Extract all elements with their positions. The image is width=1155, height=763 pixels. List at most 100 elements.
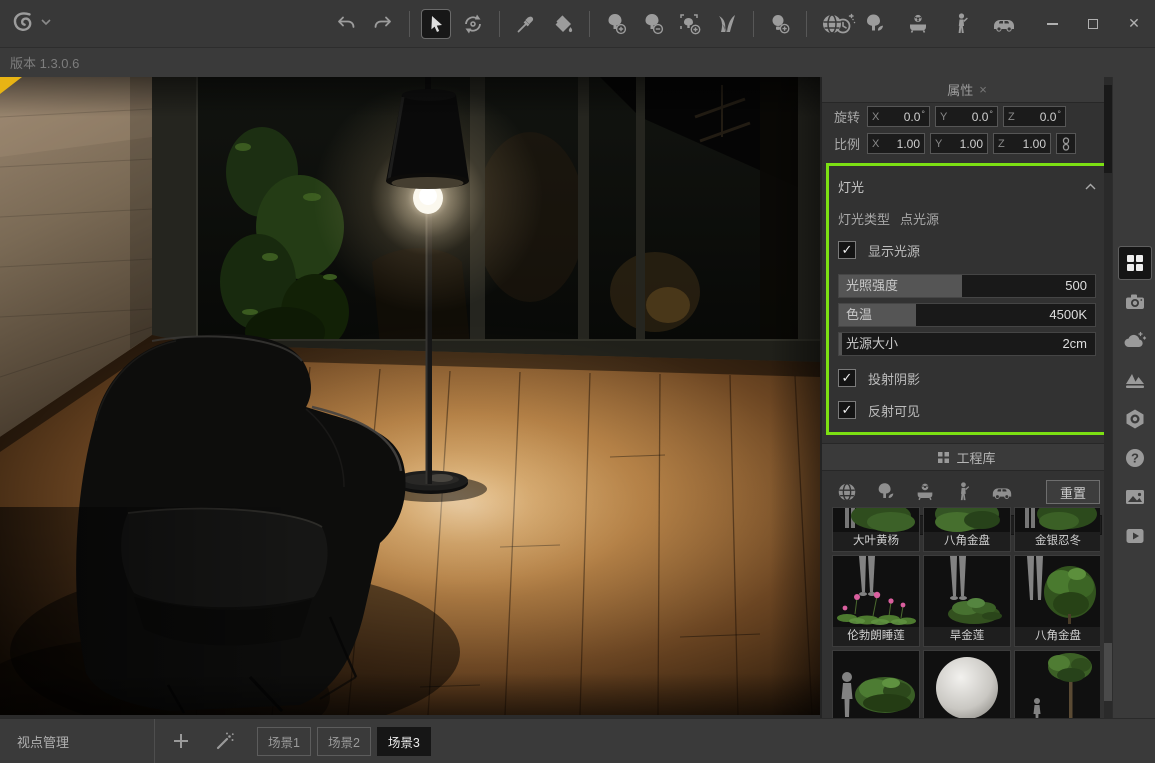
toolbar-separator bbox=[409, 11, 410, 37]
sidebar-material-button[interactable] bbox=[1119, 403, 1151, 435]
cast-shadow-label: 投射阴影 bbox=[868, 369, 920, 388]
remove-plant-button[interactable] bbox=[639, 10, 667, 38]
furniture-category-icon[interactable] bbox=[914, 481, 936, 503]
sidebar-camera-button[interactable] bbox=[1119, 286, 1151, 318]
axis-label: Y bbox=[935, 138, 942, 150]
rotation-z-value: 0.0 bbox=[1017, 110, 1057, 124]
library-item[interactable] bbox=[923, 650, 1011, 718]
library-item[interactable]: 八角金盘 bbox=[923, 507, 1011, 552]
sidebar-help-button[interactable]: ? bbox=[1119, 442, 1151, 474]
scene-tabs: 场景1 场景2 场景3 bbox=[257, 727, 431, 756]
degree-unit: ° bbox=[989, 109, 993, 119]
eyedropper-button[interactable] bbox=[512, 10, 540, 38]
light-section-header[interactable]: 灯光 bbox=[838, 175, 1096, 197]
light-type-label: 灯光类型 bbox=[838, 209, 890, 228]
toolbar-separator bbox=[806, 11, 807, 37]
rotation-x-field[interactable]: X 0.0 ° bbox=[867, 106, 930, 127]
rotation-label: 旋转 bbox=[834, 107, 862, 126]
rotation-y-field[interactable]: Y 0.0 ° bbox=[935, 106, 998, 127]
source-size-value: 2cm bbox=[1062, 333, 1087, 355]
axis-label: Y bbox=[940, 111, 947, 123]
version-bar: 版本 1.3.0.6 bbox=[0, 47, 1155, 77]
color-temperature-slider[interactable]: 色温 4500K bbox=[838, 303, 1096, 327]
sidebar-image-button[interactable] bbox=[1119, 481, 1151, 513]
grass-brush-button[interactable] bbox=[713, 10, 741, 38]
degree-unit: ° bbox=[1057, 109, 1061, 119]
scale-z-field[interactable]: Z 1.00 bbox=[993, 133, 1051, 154]
sidebar-video-button[interactable] bbox=[1119, 520, 1151, 552]
reflection-visible-row: ✓ 反射可见 bbox=[838, 400, 1096, 420]
scrollbar-thumb[interactable] bbox=[1104, 85, 1112, 173]
light-type-row: 灯光类型 点光源 bbox=[838, 209, 1096, 228]
cast-shadow-checkbox[interactable]: ✓ bbox=[838, 369, 856, 387]
library-item[interactable] bbox=[1014, 650, 1100, 718]
panel-scrollbar[interactable] bbox=[1104, 77, 1112, 718]
library-item-label: 八角金盘 bbox=[1015, 627, 1100, 646]
properties-tab[interactable]: 属性 × bbox=[822, 77, 1112, 103]
sidebar-terrain-button[interactable] bbox=[1119, 364, 1151, 396]
chevron-down-icon bbox=[41, 18, 51, 26]
maximize-button[interactable] bbox=[1080, 11, 1106, 37]
minimize-button[interactable] bbox=[1039, 11, 1065, 37]
scale-y-field[interactable]: Y 1.00 bbox=[930, 133, 988, 154]
axis-label: Z bbox=[1008, 111, 1015, 123]
add-plant-button[interactable] bbox=[602, 10, 630, 38]
undo-button[interactable] bbox=[332, 10, 360, 38]
scene-tab-3[interactable]: 场景3 bbox=[377, 727, 431, 756]
plant-library-button[interactable] bbox=[861, 10, 889, 38]
show-source-checkbox[interactable]: ✓ bbox=[838, 241, 856, 259]
rendered-scene bbox=[0, 77, 820, 715]
properties-close-icon[interactable]: × bbox=[979, 82, 987, 97]
library-item[interactable]: 大叶黄杨 bbox=[832, 507, 920, 552]
axis-label: X bbox=[872, 138, 879, 150]
source-size-slider[interactable]: 光源大小 2cm bbox=[838, 332, 1096, 356]
reflection-visible-checkbox[interactable]: ✓ bbox=[838, 401, 856, 419]
reflection-visible-label: 反射可见 bbox=[868, 401, 920, 420]
light-section: 灯光 灯光类型 点光源 ✓ 显示光源 光照强度 500 色温 4500K 光源大… bbox=[826, 163, 1108, 435]
collapse-chevron-icon[interactable] bbox=[1085, 183, 1096, 190]
redo-button[interactable] bbox=[369, 10, 397, 38]
magic-wand-button[interactable] bbox=[207, 723, 243, 759]
materials-category-icon[interactable] bbox=[836, 481, 858, 503]
light-type-value[interactable]: 点光源 bbox=[900, 209, 939, 228]
intensity-slider[interactable]: 光照强度 500 bbox=[838, 274, 1096, 298]
app-menu[interactable] bbox=[10, 9, 51, 35]
sidebar-weather-button[interactable] bbox=[1119, 325, 1151, 357]
scrollbar-thumb[interactable] bbox=[1104, 643, 1112, 701]
character-library-button[interactable] bbox=[947, 10, 975, 38]
library-item[interactable]: 伦勃朗睡莲 bbox=[832, 555, 920, 647]
viewpoint-manager-button[interactable]: 视点管理 bbox=[0, 719, 155, 763]
material-library-button[interactable] bbox=[818, 10, 846, 38]
reset-button[interactable]: 重置 bbox=[1046, 480, 1100, 504]
scene-tab-1[interactable]: 场景1 bbox=[257, 727, 311, 756]
scene-tab-2[interactable]: 场景2 bbox=[317, 727, 371, 756]
vehicle-library-button[interactable] bbox=[990, 10, 1018, 38]
vehicles-category-icon[interactable] bbox=[990, 481, 1014, 503]
scatter-plant-button[interactable] bbox=[676, 10, 704, 38]
library-item[interactable]: 旱金莲 bbox=[923, 555, 1011, 647]
select-tool-button[interactable] bbox=[422, 10, 450, 38]
library-item[interactable] bbox=[832, 650, 920, 718]
close-button[interactable]: ✕ bbox=[1121, 11, 1147, 37]
library-item[interactable]: 八角金盘 bbox=[1014, 555, 1100, 647]
plants-category-icon[interactable] bbox=[875, 481, 897, 503]
axis-label: Z bbox=[998, 138, 1005, 150]
paint-bucket-button[interactable] bbox=[549, 10, 577, 38]
color-temperature-label: 色温 bbox=[846, 304, 872, 326]
characters-category-icon[interactable] bbox=[953, 481, 973, 503]
intensity-label: 光照强度 bbox=[846, 275, 898, 297]
uniform-scale-link-icon[interactable] bbox=[1056, 133, 1076, 154]
library-item[interactable]: 金银忍冬 bbox=[1014, 507, 1100, 552]
toolbar-separator bbox=[753, 11, 754, 37]
sidebar-library-button[interactable] bbox=[1119, 247, 1151, 279]
scale-x-field[interactable]: X 1.00 bbox=[867, 133, 925, 154]
viewport-3d-scene[interactable] bbox=[0, 77, 820, 715]
add-light-button[interactable] bbox=[766, 10, 794, 38]
toolbar-separator bbox=[499, 11, 500, 37]
add-scene-button[interactable] bbox=[163, 723, 199, 759]
transform-tool-button[interactable] bbox=[459, 10, 487, 38]
library-header[interactable]: 工程库 bbox=[822, 443, 1112, 471]
rotation-z-field[interactable]: Z 0.0 ° bbox=[1003, 106, 1066, 127]
furniture-library-button[interactable] bbox=[904, 10, 932, 38]
intensity-value: 500 bbox=[1065, 275, 1087, 297]
